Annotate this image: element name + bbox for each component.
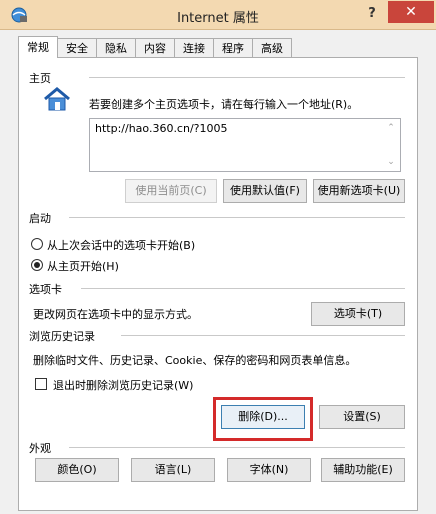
delete-on-exit-checkbox[interactable] — [35, 378, 47, 390]
home-instruction: 若要创建多个主页选项卡，请在每行输入一个地址(R)。 — [89, 98, 359, 111]
use-default-button[interactable]: 使用默认值(F) — [223, 179, 307, 203]
close-button[interactable]: ✕ — [388, 1, 434, 23]
appearance-group-label: 外观 — [29, 440, 55, 456]
fonts-button[interactable]: 字体(N) — [227, 458, 311, 482]
tab-programs[interactable]: 程序 — [213, 38, 253, 58]
tab-privacy[interactable]: 隐私 — [96, 38, 136, 58]
delete-history-button[interactable]: 删除(D)... — [221, 405, 305, 429]
tabs-group-label: 选项卡 — [29, 281, 66, 297]
scroll-down-icon[interactable]: ⌄ — [386, 157, 396, 167]
appearance-group-divider — [69, 447, 405, 448]
use-new-tab-button[interactable]: 使用新选项卡(U) — [313, 179, 405, 203]
history-settings-button[interactable]: 设置(S) — [319, 405, 405, 429]
startup-home-radio[interactable] — [31, 259, 43, 271]
delete-on-exit-label: 退出时删除浏览历史记录(W) — [53, 379, 194, 392]
tab-connections[interactable]: 连接 — [174, 38, 214, 58]
home-url-textarea[interactable]: http://hao.360.cn/?1005 ⌃ ⌄ — [89, 118, 401, 172]
home-group-divider — [89, 77, 405, 78]
scroll-up-icon[interactable]: ⌃ — [386, 123, 396, 133]
title-bar: Internet 属性 ? ✕ — [0, 0, 436, 30]
history-description: 删除临时文件、历史记录、Cookie、保存的密码和网页表单信息。 — [33, 354, 357, 367]
tabs-group-divider — [81, 288, 405, 289]
colors-button[interactable]: 颜色(O) — [35, 458, 119, 482]
help-button[interactable]: ? — [360, 4, 384, 24]
tabs-description: 更改网页在选项卡中的显示方式。 — [33, 308, 198, 321]
startup-group-label: 启动 — [29, 210, 55, 226]
general-panel: 主页 若要创建多个主页选项卡，请在每行输入一个地址(R)。 http://hao… — [18, 57, 418, 511]
startup-group-divider — [69, 217, 405, 218]
tabs-settings-button[interactable]: 选项卡(T) — [311, 302, 405, 326]
home-group-label: 主页 — [29, 70, 55, 86]
tab-content[interactable]: 内容 — [135, 38, 175, 58]
home-icon — [44, 87, 70, 111]
use-current-button[interactable]: 使用当前页(C) — [125, 179, 217, 203]
history-group-label: 浏览历史记录 — [29, 328, 99, 344]
history-group-divider — [121, 335, 405, 336]
home-url-value: http://hao.360.cn/?1005 — [95, 122, 228, 135]
tab-security[interactable]: 安全 — [57, 38, 97, 58]
startup-last-session-label: 从上次会话中的选项卡开始(B) — [47, 239, 196, 252]
accessibility-button[interactable]: 辅助功能(E) — [321, 458, 405, 482]
languages-button[interactable]: 语言(L) — [131, 458, 215, 482]
tab-general[interactable]: 常规 — [18, 36, 58, 58]
tab-strip: 常规 安全 隐私 内容 连接 程序 高级 — [18, 36, 292, 58]
tab-advanced[interactable]: 高级 — [252, 38, 292, 58]
startup-last-session-radio[interactable] — [31, 238, 43, 250]
startup-home-label: 从主页开始(H) — [47, 260, 119, 273]
